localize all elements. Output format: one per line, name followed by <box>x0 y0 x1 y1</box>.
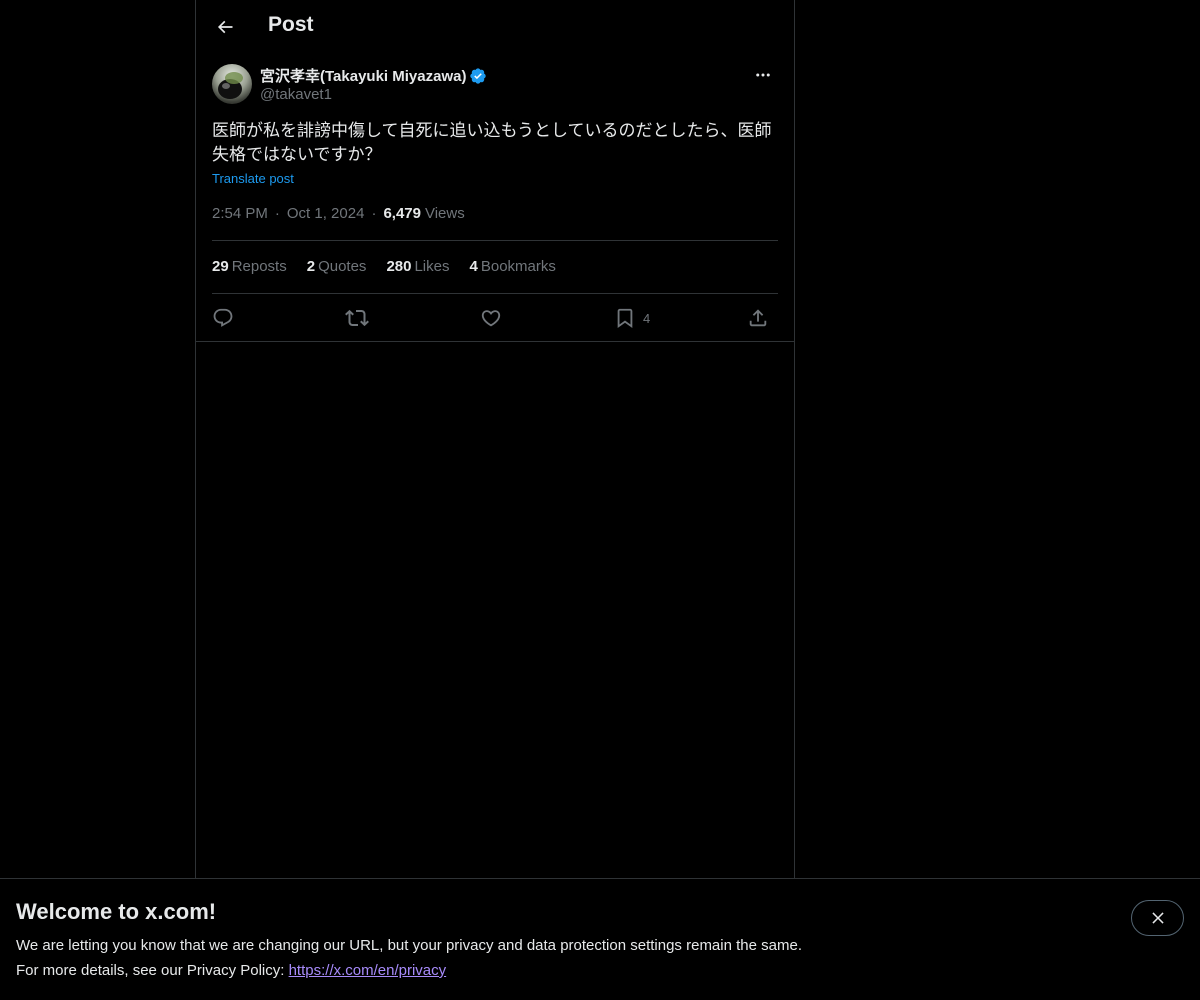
stat-count: 4 <box>469 258 478 275</box>
stat-likes[interactable]: 280 Likes <box>386 258 449 275</box>
post-time[interactable]: 2:54 PM <box>212 205 268 222</box>
stat-count: 280 <box>386 258 412 275</box>
bookmark-icon <box>617 308 633 329</box>
repost-icon <box>345 309 369 327</box>
more-horizontal-icon <box>756 73 770 77</box>
repost-button[interactable] <box>345 303 369 333</box>
bookmark-button[interactable]: 4 <box>614 303 650 333</box>
heart-icon <box>481 310 501 327</box>
reply-button[interactable] <box>212 303 234 333</box>
translate-post-link[interactable]: Translate post <box>212 171 294 186</box>
arrow-left-icon <box>217 20 233 34</box>
views-label: Views <box>424 205 465 222</box>
meta-separator: · <box>371 205 377 222</box>
like-button[interactable] <box>480 303 502 333</box>
banner-details-text: For more details, see our Privacy Policy… <box>16 962 289 979</box>
avatar[interactable] <box>212 64 252 104</box>
stat-count: 2 <box>306 258 316 275</box>
divider <box>212 293 778 294</box>
more-options-button[interactable] <box>746 64 780 86</box>
engagement-stats: 29 Reposts 2 Quotes 280 Likes 4 Bookmarks <box>212 258 576 275</box>
views-count: 6,479 <box>383 205 421 222</box>
stat-count: 29 <box>212 258 229 275</box>
divider <box>212 240 778 241</box>
banner-details: For more details, see our Privacy Policy… <box>16 962 446 979</box>
divider <box>196 341 794 342</box>
post-text-line: 失格ではないですか？ <box>212 145 382 165</box>
stat-reposts[interactable]: 29 Reposts <box>212 258 287 275</box>
close-banner-button[interactable] <box>1131 900 1184 936</box>
author-handle[interactable]: @takavet1 <box>260 86 332 103</box>
page-title: Post <box>268 13 314 36</box>
post-header: Post <box>196 0 794 54</box>
avatar-image <box>218 72 243 99</box>
post-date[interactable]: Oct 1, 2024 <box>287 205 365 222</box>
stat-label: Bookmarks <box>480 258 556 275</box>
post-meta: 2:54 PM · Oct 1, 2024 · 6,479 Views <box>212 205 465 222</box>
banner-title: Welcome to x.com! <box>16 899 217 924</box>
post-actions: 4 <box>212 303 778 333</box>
post-text: 医師が私を誹謗中傷して自死に追い込もうとしているのだとしたら、医師 失格ではない… <box>212 119 780 167</box>
share-button[interactable] <box>747 303 769 333</box>
reply-icon <box>213 308 233 327</box>
stat-label: Reposts <box>231 258 287 275</box>
verified-badge-icon[interactable] <box>469 67 487 85</box>
close-icon <box>1151 912 1164 924</box>
author-name[interactable]: 宮沢孝幸(Takayuki Miyazawa) <box>260 65 487 86</box>
privacy-policy-link[interactable]: https://x.com/en/privacy <box>289 962 447 979</box>
stat-quotes[interactable]: 2 Quotes <box>307 258 367 275</box>
bookmark-count: 4 <box>643 310 651 326</box>
post-column: Post 宮沢孝幸(Takayuki Miyazawa) @takavet1 医… <box>195 0 795 880</box>
post-author: 宮沢孝幸(Takayuki Miyazawa) @takavet1 <box>212 64 780 108</box>
stat-label: Quotes <box>318 258 367 275</box>
stat-bookmarks[interactable]: 4 Bookmarks <box>470 258 556 275</box>
stat-label: Likes <box>414 258 450 275</box>
banner-message: We are letting you know that we are chan… <box>16 937 802 954</box>
author-display-name: 宮沢孝幸(Takayuki Miyazawa) <box>260 68 467 85</box>
welcome-banner: Welcome to x.com! We are letting you kno… <box>0 878 1200 1000</box>
post-text-line: 医師が私を誹謗中傷して自死に追い込もうとしているのだとしたら、医師 <box>212 121 772 141</box>
meta-separator: · <box>274 205 280 222</box>
share-icon <box>749 309 767 327</box>
back-button[interactable] <box>208 10 242 44</box>
